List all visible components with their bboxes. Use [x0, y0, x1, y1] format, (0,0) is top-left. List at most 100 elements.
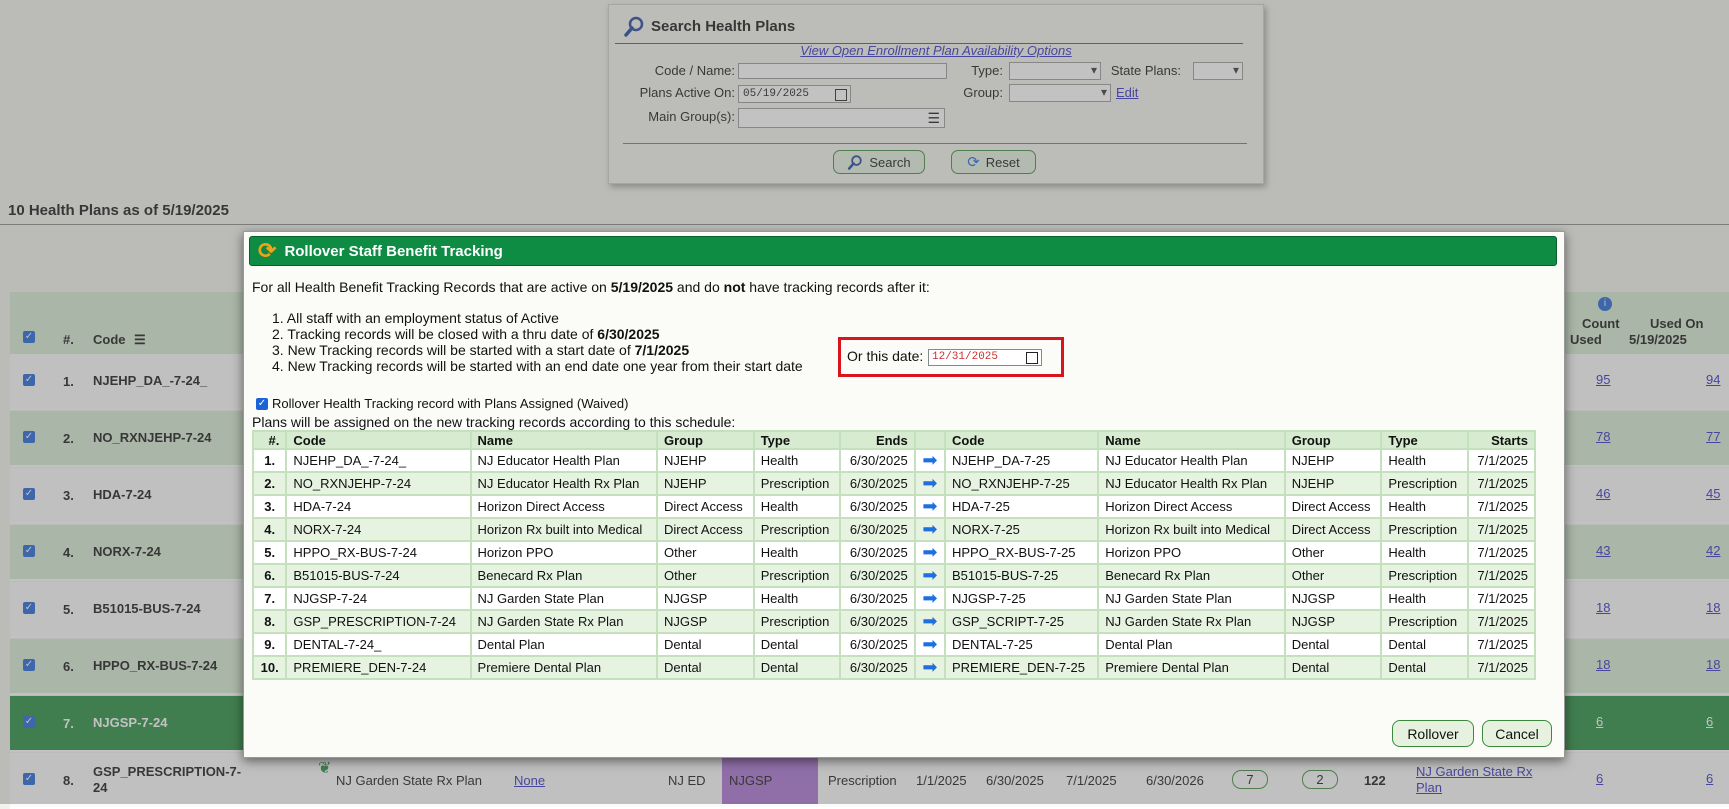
intro-text: and do	[673, 279, 724, 295]
schedule-cell: Prescription	[1382, 519, 1467, 540]
schedule-col-header: Type	[754, 432, 839, 448]
schedule-cell: NJEHP_DA_-7-24_	[287, 450, 470, 471]
dialog-title-bar: ⟳ Rollover Staff Benefit Tracking	[249, 236, 1557, 266]
schedule-cell: Direct Access	[1285, 519, 1381, 540]
arrow-right-icon: ➡	[915, 473, 944, 494]
schedule-cell: Horizon Rx built into Medical	[1099, 519, 1284, 540]
schedule-cell: PREMIERE_DEN-7-24	[287, 657, 470, 678]
schedule-col-header: #.	[254, 432, 286, 448]
schedule-cell: Benecard Rx Plan	[471, 565, 656, 586]
schedule-cell: 6/30/2025	[840, 657, 914, 678]
schedule-row: 3. HDA-7-24 Horizon Direct Access Direct Ac…	[254, 496, 1534, 517]
schedule-cell: Prescription	[754, 473, 839, 494]
waived-label: Rollover Health Tracking record with Pla…	[272, 396, 629, 411]
schedule-cell: Health	[754, 450, 839, 471]
schedule-cell: Prescription	[754, 611, 839, 632]
waived-option[interactable]: ✓ Rollover Health Tracking record with P…	[256, 396, 628, 411]
schedule-cell: B51015-BUS-7-25	[946, 565, 1098, 586]
schedule-cell: Dental	[754, 634, 839, 655]
schedule-cell: 7/1/2025	[1468, 542, 1534, 563]
schedule-cell: Dental	[1285, 657, 1381, 678]
schedule-row: 2. NO_RXNJEHP-7-24 NJ Educator Health Rx P…	[254, 473, 1534, 494]
schedule-cell: NJGSP-7-25	[946, 588, 1098, 609]
schedule-cell: 10.	[254, 657, 286, 678]
dialog-title: Rollover Staff Benefit Tracking	[284, 242, 503, 260]
calendar-icon[interactable]	[1026, 352, 1038, 364]
schedule-cell: GSP_PRESCRIPTION-7-24	[287, 611, 470, 632]
schedule-cell: NJGSP-7-24	[287, 588, 470, 609]
schedule-row: 7. NJGSP-7-24 NJ Garden State Plan NJGSP Hea…	[254, 588, 1534, 609]
schedule-cell: Prescription	[754, 565, 839, 586]
schedule-cell: NJ Educator Health Rx Plan	[1099, 473, 1284, 494]
schedule-cell: 6/30/2025	[840, 611, 914, 632]
schedule-cell: Dental	[1382, 657, 1467, 678]
schedule-row: 8. GSP_PRESCRIPTION-7-24 NJ Garden State R…	[254, 611, 1534, 632]
schedule-cell: NJ Educator Health Plan	[471, 450, 656, 471]
schedule-col-header: Code	[287, 432, 470, 448]
schedule-cell: Prescription	[754, 519, 839, 540]
schedule-cell: DENTAL-7-25	[946, 634, 1098, 655]
schedule-cell: HDA-7-25	[946, 496, 1098, 517]
schedule-cell: NJEHP_DA-7-25	[946, 450, 1098, 471]
schedule-col-header	[915, 432, 944, 448]
rules-list: 1. All staff with an employment status o…	[272, 310, 803, 374]
schedule-col-header: Starts	[1468, 432, 1534, 448]
schedule-cell: 7/1/2025	[1468, 519, 1534, 540]
schedule-cell: 7/1/2025	[1468, 657, 1534, 678]
cancel-button[interactable]: Cancel	[1482, 720, 1552, 747]
schedule-cell: 6/30/2025	[840, 542, 914, 563]
schedule-col-header: Group	[657, 432, 753, 448]
schedule-row: 5. HPPO_RX-BUS-7-24 Horizon PPO Other Health…	[254, 542, 1534, 563]
schedule-note: Plans will be assigned on the new tracki…	[252, 414, 736, 430]
rollover-dialog: ⟳ Rollover Staff Benefit Tracking For al…	[243, 231, 1565, 758]
schedule-cell: Prescription	[1382, 565, 1467, 586]
rollover-icon: ⟳	[258, 238, 277, 263]
schedule-cell: NJ Garden State Plan	[471, 588, 656, 609]
waived-checkbox[interactable]: ✓	[256, 397, 268, 410]
schedule-cell: DENTAL-7-24_	[287, 634, 470, 655]
arrow-right-icon: ➡	[915, 611, 944, 632]
schedule-col-header: Code	[946, 432, 1098, 448]
schedule-cell: Dental	[1285, 634, 1381, 655]
arrow-right-icon: ➡	[915, 657, 944, 678]
schedule-cell: 3.	[254, 496, 286, 517]
schedule-row: 6. B51015-BUS-7-24 Benecard Rx Plan Other Pr…	[254, 565, 1534, 586]
schedule-cell: Dental	[754, 657, 839, 678]
intro-text: have tracking records after it:	[745, 279, 930, 295]
schedule-cell: Other	[1285, 565, 1381, 586]
schedule-cell: NO_RXNJEHP-7-24	[287, 473, 470, 494]
schedule-cell: 6/30/2025	[840, 450, 914, 471]
intro-text: For all Health Benefit Tracking Records …	[252, 279, 611, 295]
schedule-cell: Premiere Dental Plan	[1099, 657, 1284, 678]
arrow-right-icon: ➡	[915, 565, 944, 586]
schedule-col-header: Ends	[840, 432, 914, 448]
schedule-cell: Dental Plan	[1099, 634, 1284, 655]
schedule-cell: NORX-7-25	[946, 519, 1098, 540]
schedule-cell: NJ Educator Health Rx Plan	[471, 473, 656, 494]
rule-item: 1. All staff with an employment status o…	[272, 310, 559, 326]
schedule-cell: NJ Educator Health Plan	[1099, 450, 1284, 471]
or-date-input[interactable]: 12/31/2025	[928, 349, 1042, 366]
schedule-cell: Benecard Rx Plan	[1099, 565, 1284, 586]
schedule-cell: NJ Garden State Rx Plan	[471, 611, 656, 632]
schedule-cell: Direct Access	[657, 496, 753, 517]
rule-date: 6/30/2025	[597, 326, 660, 342]
schedule-col-header: Name	[471, 432, 656, 448]
arrow-right-icon: ➡	[915, 519, 944, 540]
rollover-button[interactable]: Rollover	[1392, 720, 1474, 747]
rule-item: 3. New Tracking records will be started …	[272, 342, 803, 358]
schedule-cell: NO_RXNJEHP-7-25	[946, 473, 1098, 494]
schedule-cell: Health	[1382, 496, 1467, 517]
schedule-cell: NORX-7-24	[287, 519, 470, 540]
schedule-cell: 7/1/2025	[1468, 450, 1534, 471]
schedule-cell: 7/1/2025	[1468, 588, 1534, 609]
schedule-cell: 6/30/2025	[840, 473, 914, 494]
schedule-cell: Health	[1382, 450, 1467, 471]
schedule-cell: NJGSP	[1285, 588, 1381, 609]
schedule-cell: 6/30/2025	[840, 565, 914, 586]
schedule-cell: Horizon Direct Access	[471, 496, 656, 517]
schedule-cell: NJ Garden State Rx Plan	[1099, 611, 1284, 632]
schedule-cell: Health	[1382, 542, 1467, 563]
schedule-cell: Horizon Direct Access	[1099, 496, 1284, 517]
highlighted-date-box: Or this date: 12/31/2025	[838, 337, 1064, 377]
